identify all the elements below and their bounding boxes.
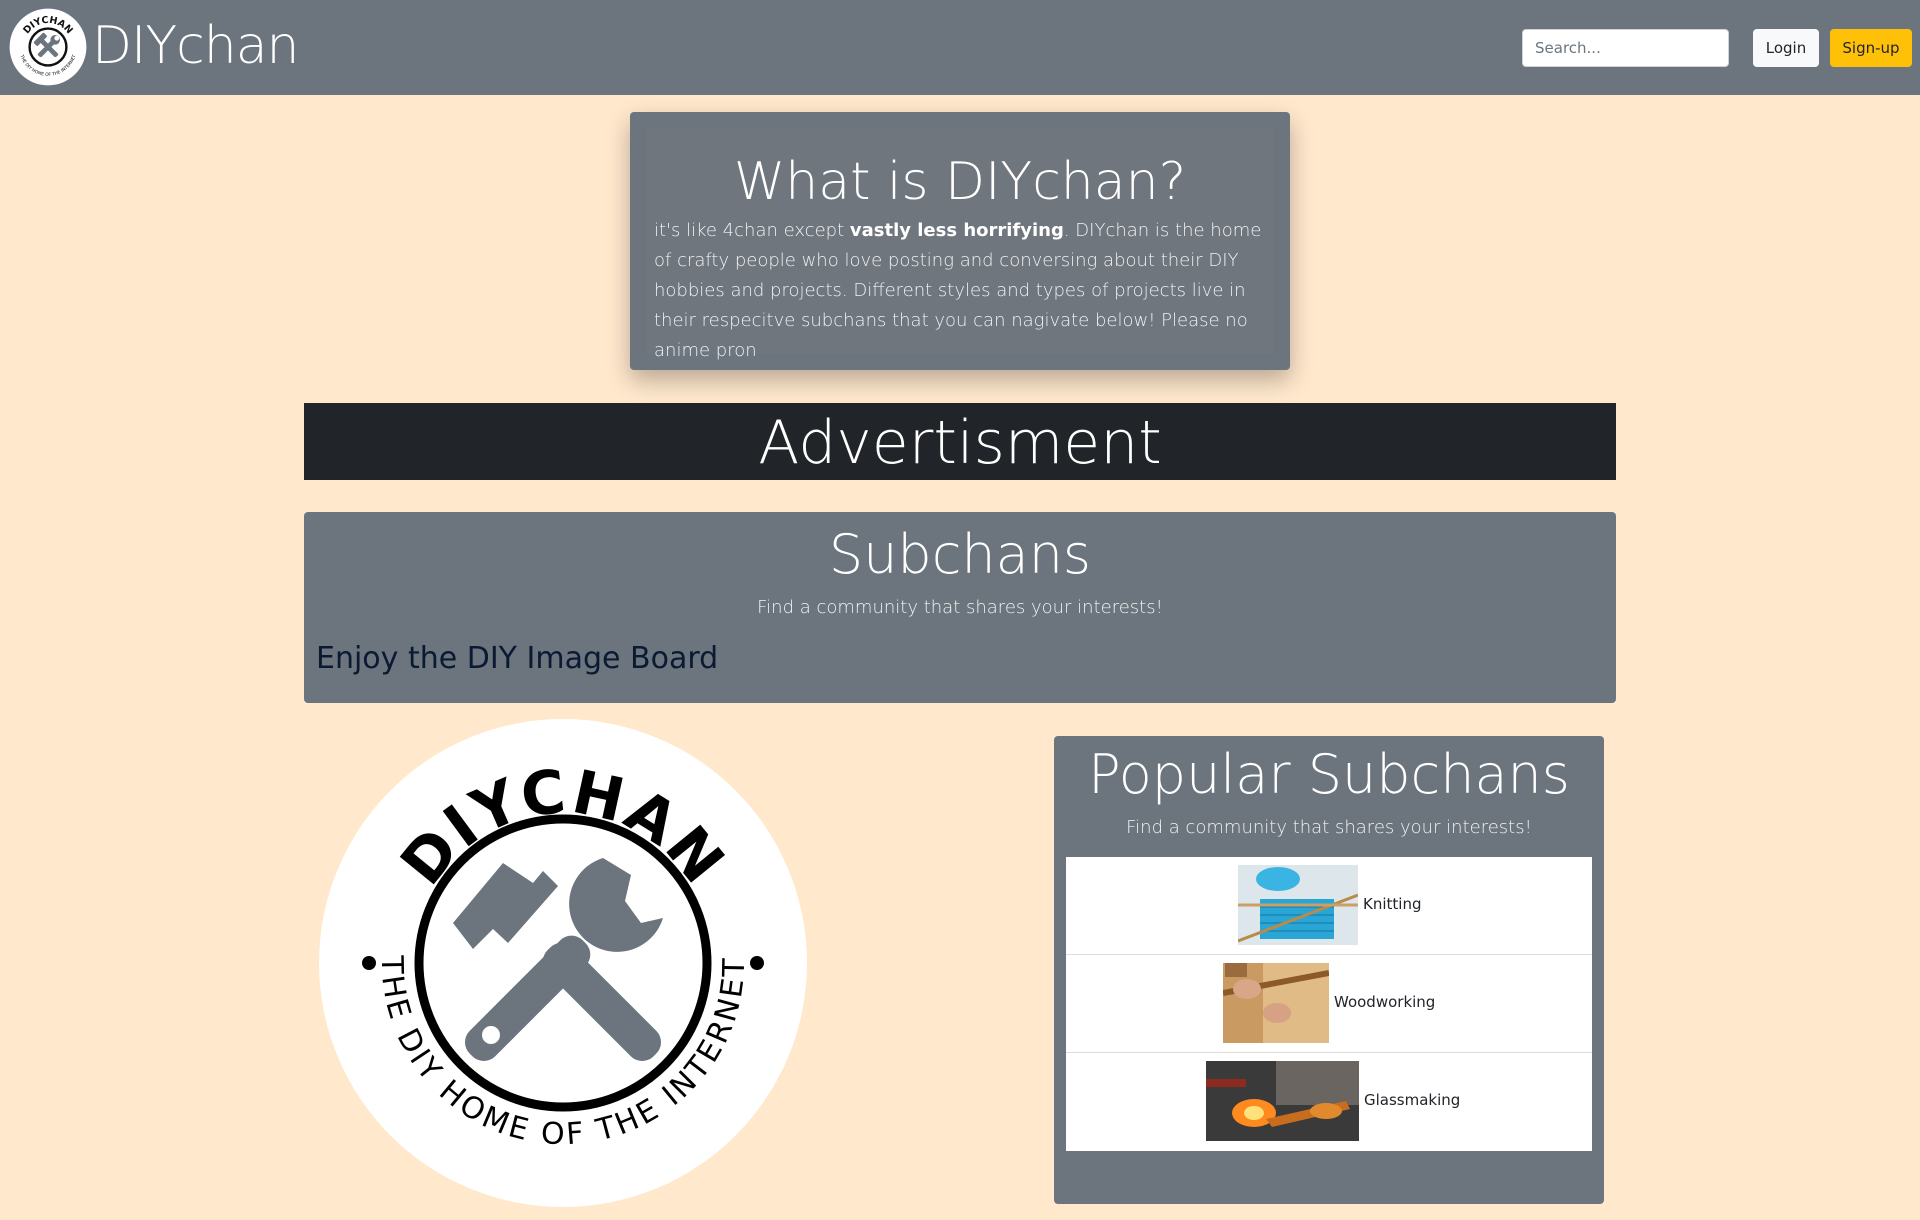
advertisement-label: Advertisment bbox=[758, 408, 1162, 478]
popular-list: Knitting Woodworking Glassmaking bbox=[1066, 857, 1592, 1151]
diychan-big-logo: DIYCHAN THE DIY HOME OF THE INTERNET bbox=[319, 719, 807, 1207]
knitting-thumbnail[interactable] bbox=[1238, 865, 1358, 945]
list-item[interactable]: Woodworking bbox=[1066, 955, 1592, 1053]
signup-button[interactable]: Sign-up bbox=[1830, 29, 1912, 67]
subchans-title: Subchans bbox=[828, 523, 1092, 586]
subchan-link-knitting[interactable]: Knitting bbox=[1363, 893, 1421, 915]
login-button[interactable]: Login bbox=[1753, 29, 1819, 67]
glassmaking-thumbnail[interactable] bbox=[1206, 1061, 1359, 1141]
advertisement-banner[interactable]: Advertisment bbox=[304, 403, 1616, 480]
search-input[interactable] bbox=[1522, 29, 1729, 67]
about-text-start: it's like 4chan except bbox=[654, 220, 850, 241]
subchans-subtitle: Find a community that shares your intere… bbox=[757, 597, 1163, 618]
about-card-body: What is DIYchan? it's like 4chan except … bbox=[646, 128, 1274, 361]
subchans-tagline: Enjoy the DIY Image Board bbox=[316, 641, 719, 676]
navbar: DIYCHAN THE DIY HOME OF THE INTERNET DIY… bbox=[0, 0, 1920, 95]
popular-subchans-card: Popular Subchans Find a community that s… bbox=[1054, 736, 1604, 1204]
list-item[interactable]: Knitting bbox=[1066, 857, 1592, 955]
diychan-logo-icon[interactable]: DIYCHAN THE DIY HOME OF THE INTERNET bbox=[8, 7, 88, 87]
subchan-link-glassmaking[interactable]: Glassmaking bbox=[1364, 1089, 1460, 1111]
list-item[interactable]: Glassmaking bbox=[1066, 1053, 1592, 1151]
about-text-bold: vastly less horrifying bbox=[849, 220, 1064, 241]
subchans-section: Subchans Find a community that shares yo… bbox=[304, 512, 1616, 703]
brand-name[interactable]: DIYchan bbox=[92, 14, 300, 78]
about-title: What is DIYchan? bbox=[733, 152, 1187, 212]
woodworking-thumbnail[interactable] bbox=[1223, 963, 1329, 1043]
popular-title: Popular Subchans bbox=[1088, 743, 1570, 806]
subchan-link-woodworking[interactable]: Woodworking bbox=[1334, 991, 1435, 1013]
about-text: it's like 4chan except vastly less horri… bbox=[654, 216, 1266, 366]
about-card: What is DIYchan? it's like 4chan except … bbox=[630, 112, 1290, 370]
popular-subtitle: Find a community that shares your intere… bbox=[1126, 817, 1532, 838]
about-text-end: . DIYchan is the home of crafty people w… bbox=[654, 220, 1262, 361]
